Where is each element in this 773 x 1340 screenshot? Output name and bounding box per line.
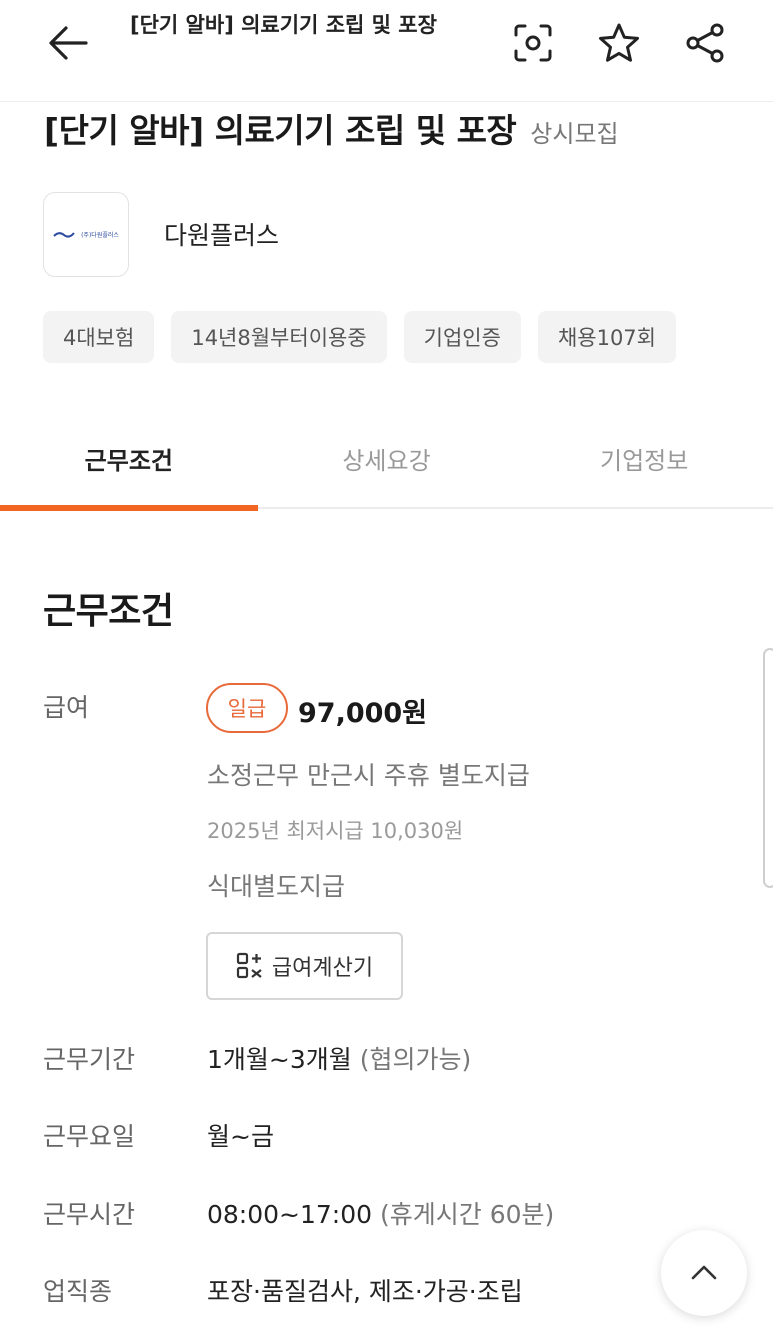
section-title: 근무조건 — [43, 591, 174, 632]
chip-hire-count: 채용107회 — [537, 311, 676, 363]
company-logo-text: (주)다원플러스 — [81, 232, 119, 239]
pay-calculator-button[interactable]: 급여계산기 — [206, 932, 403, 1000]
job-title: [단기 알바] 의료기기 조립 및 포장 — [44, 111, 517, 150]
company-logo[interactable]: (주)다원플러스 — [43, 192, 129, 277]
recruit-status: 상시모집 — [530, 120, 619, 148]
scan-icon — [514, 24, 552, 62]
job-value: 포장·품질검사, 제조·가공·조립 — [207, 1277, 523, 1306]
back-button[interactable] — [40, 18, 96, 68]
min-wage-note: 2025년 최저시급 10,030원 — [207, 819, 464, 843]
chevron-up-icon — [691, 1265, 717, 1280]
chip-insurance: 4대보험 — [43, 311, 155, 363]
tab-work-conditions[interactable]: 근무조건 — [0, 410, 258, 511]
tab-details[interactable]: 상세요강 — [258, 410, 516, 507]
star-icon — [599, 23, 639, 62]
company-name[interactable]: 다원플러스 — [164, 216, 279, 252]
chip-verified: 기업인증 — [403, 311, 521, 363]
app-bar: [단기 알바] 의료기기 조립 및 포장 — [0, 0, 773, 102]
pay-amount: 97,000원 — [298, 698, 428, 729]
pay-calculator-label: 급여계산기 — [271, 956, 374, 981]
days-value: 월~금 — [207, 1122, 274, 1151]
hours-value: 08:00~17:00 — [207, 1200, 373, 1229]
company-chips: 4대보험 14년8월부터이용중 기업인증 채용107회 — [43, 311, 676, 363]
company-logo-mark: (주)다원플러스 — [53, 230, 119, 240]
pay-note-meal: 식대별도지급 — [207, 872, 346, 901]
chip-usage-since: 14년8월부터이용중 — [171, 311, 387, 363]
share-button[interactable] — [680, 18, 730, 68]
calculator-icon — [236, 952, 262, 979]
period-label: 근무기간 — [43, 1045, 136, 1074]
period-extra: (협의가능) — [359, 1045, 472, 1074]
hours-value-row: 08:00~17:00 (휴게시간 60분) — [207, 1195, 554, 1231]
period-value: 1개월~3개월 — [207, 1045, 352, 1074]
pay-note-weekly: 소정근무 만근시 주휴 별도지급 — [207, 761, 530, 790]
days-label: 근무요일 — [43, 1122, 136, 1151]
app-bar-title: [단기 알바] 의료기기 조립 및 포장 — [130, 13, 437, 37]
scan-button[interactable] — [508, 18, 558, 68]
share-icon — [686, 23, 724, 63]
company-logo-icon — [53, 231, 75, 238]
tab-company-info[interactable]: 기업정보 — [515, 410, 773, 507]
hours-label: 근무시간 — [43, 1200, 136, 1229]
job-headline: [단기 알바] 의료기기 조립 및 포장 상시모집 — [44, 104, 619, 152]
scroll-top-button[interactable] — [661, 1230, 747, 1316]
arrow-left-icon — [49, 26, 88, 60]
favorite-button[interactable] — [594, 18, 644, 68]
detail-tabs: 근무조건 상세요강 기업정보 — [0, 410, 773, 511]
scroll-indicator[interactable] — [763, 648, 773, 888]
period-value-row: 1개월~3개월 (협의가능) — [207, 1040, 471, 1076]
job-label: 업직종 — [43, 1277, 113, 1306]
hours-extra: (휴게시간 60분) — [380, 1200, 555, 1229]
pay-label: 급여 — [43, 693, 90, 722]
pay-type-badge: 일급 — [206, 683, 288, 733]
